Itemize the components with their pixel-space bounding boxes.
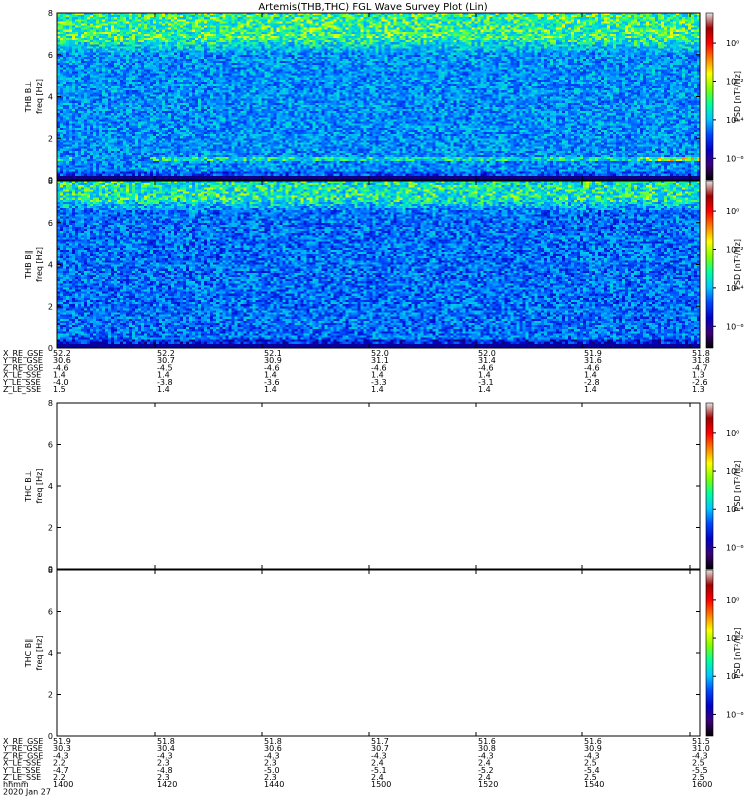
- colorbar-tick-label: 10⁰: [726, 429, 739, 438]
- ephem-value: 1.3: [692, 385, 705, 394]
- ephemeris-table-bottom: X_RE_GSE 51.9 51.8 51.8 51.7 51.6 51.6 51.5Y_RE…: [2, 737, 712, 796]
- y-tick-label: 4: [48, 93, 53, 102]
- panel-2: 02468THB B∥ freq [Hz]: [24, 177, 701, 353]
- plot-title: Artemis(THB,THC) FGL Wave Survey Plot (L…: [258, 2, 487, 13]
- ephem-value: 1420: [157, 780, 177, 789]
- ephem-value: 1.4: [371, 385, 384, 394]
- ephem-value: 1520: [478, 780, 498, 789]
- panel-label: THB B∥: [24, 250, 33, 279]
- y-tick-label: 6: [48, 608, 53, 617]
- ephem-value: 1.4: [157, 385, 170, 394]
- colorbar-gradient: [705, 12, 714, 181]
- panel-label: THC B⊥: [24, 470, 33, 503]
- y-tick-label: 6: [48, 441, 53, 450]
- colorbar-gradient: [705, 180, 714, 349]
- colorbar-tick-label: 10⁰: [726, 39, 739, 48]
- panel-3: 02468THC B⊥ freq [Hz]: [24, 399, 701, 574]
- ephem-row-label: Z_LE_SSE: [3, 385, 41, 394]
- y-tick-label: 2: [48, 302, 53, 311]
- panel-label: THC B∥: [24, 639, 33, 669]
- ephem-value: 1500: [371, 780, 391, 789]
- ephem-value: 1.4: [478, 385, 491, 394]
- y-tick-label: 2: [48, 134, 53, 143]
- panel-frame: [56, 402, 701, 570]
- ephemeris-table-top: X_RE_GSE 52.2 52.2 52.1 52.0 52.0 51.9 51.8Y_RE…: [2, 349, 710, 394]
- colorbar-tick-label: 10⁰: [726, 207, 739, 216]
- ephem-value: 1.5: [53, 385, 66, 394]
- ephem-value: 1540: [584, 780, 604, 789]
- colorbar-1: 10⁰10⁻²10⁻⁴10⁻⁶PSD [nT²/Hz]: [705, 12, 744, 181]
- panel-4: 02468THC B∥ freq [Hz]: [24, 566, 701, 741]
- y-tick-label: 2: [48, 524, 53, 533]
- colorbar-label: PSD [nT²/Hz]: [733, 461, 742, 512]
- spectrogram-image-2: [57, 181, 700, 348]
- y-axis-unit: freq [Hz]: [35, 79, 44, 114]
- colorbar-tick-label: 10⁻⁶: [726, 543, 744, 552]
- colorbar-tick-label: 10⁻⁶: [726, 322, 744, 331]
- colorbar-2: 10⁰10⁻²10⁻⁴10⁻⁶PSD [nT²/Hz]: [705, 180, 744, 349]
- y-tick-label: 8: [48, 566, 53, 575]
- y-tick-label: 8: [48, 399, 53, 408]
- wave-survey-plot: Artemis(THB,THC) FGL Wave Survey Plot (L…: [2, 2, 744, 796]
- colorbar-label: PSD [nT²/Hz]: [733, 628, 742, 679]
- colorbar-tick-label: 10⁰: [726, 596, 739, 605]
- colorbar-label: PSD [nT²/Hz]: [733, 239, 742, 290]
- ephem-value: 1600: [692, 780, 712, 789]
- colorbar-gradient: [705, 402, 714, 570]
- colorbar-tick-label: 10⁻⁶: [726, 710, 744, 719]
- y-tick-label: 4: [48, 482, 53, 491]
- ephem-row-label: 2020 Jan 27: [3, 787, 51, 796]
- colorbar-tick-label: 10⁻⁶: [726, 154, 744, 163]
- y-tick-label: 4: [48, 261, 53, 270]
- ephem-value: 1.4: [584, 385, 597, 394]
- y-tick-label: 6: [48, 219, 53, 228]
- colorbar-3: 10⁰10⁻²10⁻⁴10⁻⁶PSD [nT²/Hz]: [705, 402, 744, 570]
- y-axis-unit: freq [Hz]: [35, 636, 44, 671]
- panel-frame: [56, 569, 701, 737]
- y-tick-label: 2: [48, 691, 53, 700]
- colorbar-gradient: [705, 569, 714, 737]
- y-tick-label: 6: [48, 51, 53, 60]
- colorbar-4: 10⁰10⁻²10⁻⁴10⁻⁶PSD [nT²/Hz]: [705, 569, 744, 737]
- y-axis-unit: freq [Hz]: [35, 469, 44, 504]
- colorbar-label: PSD [nT²/Hz]: [733, 71, 742, 122]
- colorbars-layer: 10⁰10⁻²10⁻⁴10⁻⁶PSD [nT²/Hz]10⁰10⁻²10⁻⁴10…: [705, 12, 744, 737]
- panels-layer: 02468THB B⊥ freq [Hz]02468THB B∥ freq [Hz]…: [24, 9, 701, 741]
- ephem-value: 1400: [53, 780, 73, 789]
- y-axis-unit: freq [Hz]: [35, 247, 44, 282]
- ephem-value: 1.4: [264, 385, 277, 394]
- y-tick-label: 8: [48, 9, 53, 18]
- panel-label: THB B⊥: [24, 81, 33, 113]
- ephem-value: 1440: [264, 780, 284, 789]
- y-tick-label: 4: [48, 649, 53, 658]
- spectrogram-image-1: [57, 13, 700, 180]
- y-tick-label: 8: [48, 177, 53, 186]
- panel-1: 02468THB B⊥ freq [Hz]: [24, 9, 701, 185]
